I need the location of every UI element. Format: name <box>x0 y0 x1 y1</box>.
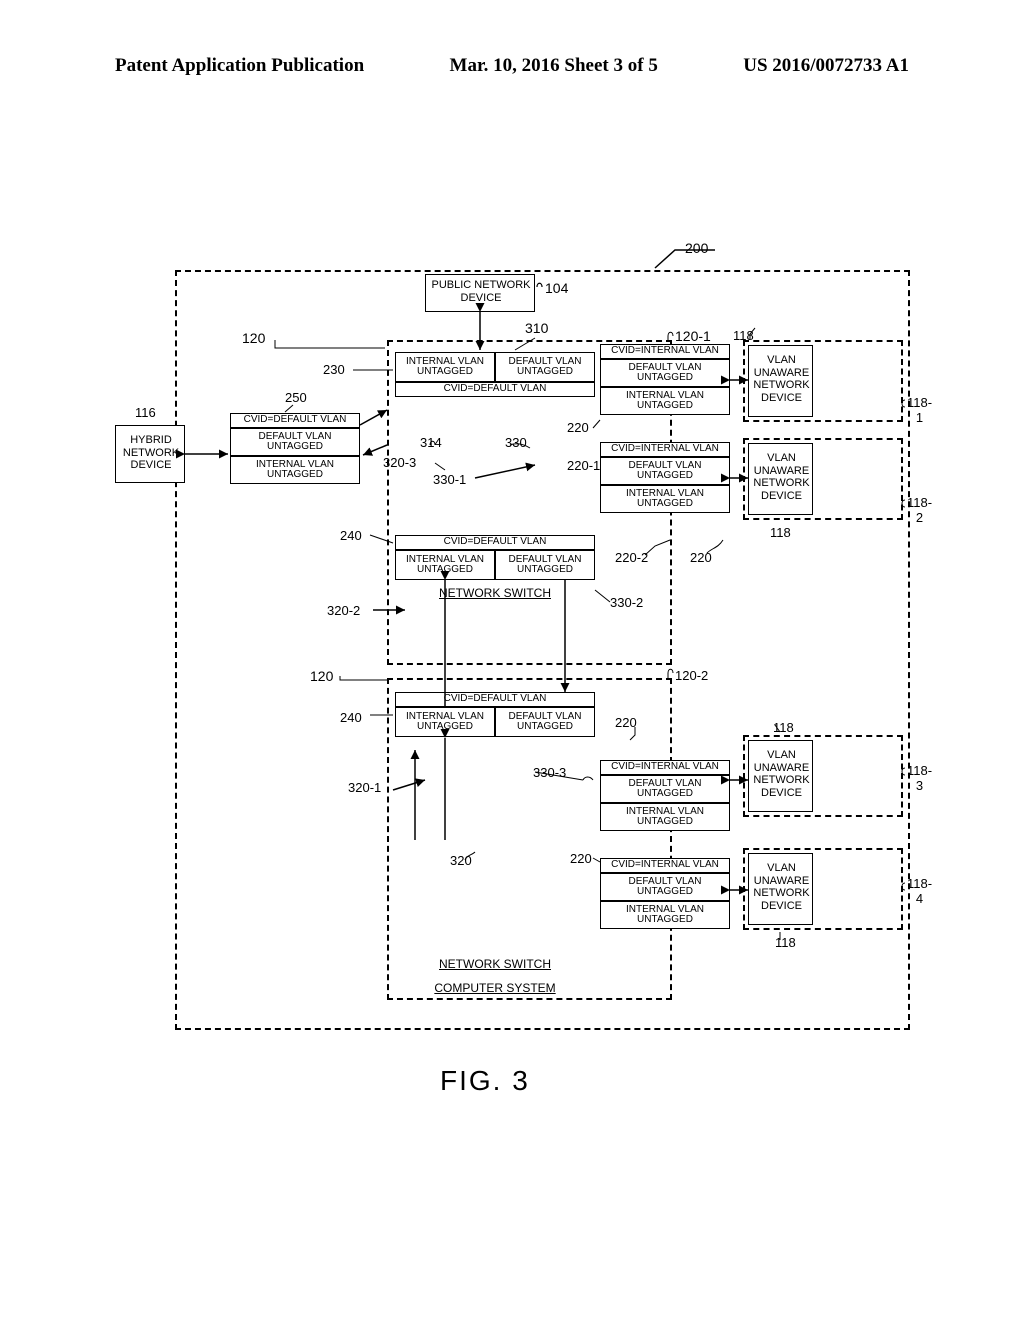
p250-cvid: CVID=DEFAULT VLAN <box>230 413 360 428</box>
lower-switch-label: NETWORK SWITCH <box>395 958 595 972</box>
header-left: Patent Application Publication <box>115 55 364 77</box>
port230-dv: DEFAULT VLANUNTAGGED <box>495 352 595 382</box>
vlan-unaware-2-label: VLANUNAWARENETWORKDEVICE <box>749 452 814 503</box>
label-220-1: 220-1 <box>567 458 600 473</box>
label-250: 250 <box>285 390 307 405</box>
p220a-cvid: CVID=INTERNAL VLAN <box>600 344 730 359</box>
label-116: 116 <box>135 405 156 420</box>
public-network-device-label: PUBLIC NETWORKDEVICE <box>426 279 536 304</box>
label-200: 200 <box>685 240 708 256</box>
label-330-3: 330-3 <box>533 765 566 780</box>
label-120-bot: 120 <box>310 668 333 684</box>
label-120-1: 120-1 <box>675 328 711 344</box>
p240b-cvid: CVID=DEFAULT VLAN <box>395 692 595 707</box>
label-118-b: 118 <box>775 935 796 950</box>
upper-switch-label: NETWORK SWITCH <box>395 587 595 601</box>
vlan-unaware-4-label: VLANUNAWARENETWORKDEVICE <box>749 862 814 913</box>
p220c-iv: INTERNAL VLANUNTAGGED <box>600 803 730 831</box>
p220b-dv: DEFAULT VLANUNTAGGED <box>600 457 730 485</box>
vlan-unaware-4: VLANUNAWARENETWORKDEVICE <box>748 853 813 925</box>
p220b-iv: INTERNAL VLANUNTAGGED <box>600 485 730 513</box>
label-240a: 240 <box>340 528 362 543</box>
p220d-iv: INTERNAL VLANUNTAGGED <box>600 901 730 929</box>
p220d-cvid: CVID=INTERNAL VLAN <box>600 858 730 873</box>
hybrid-device-label: HYBRIDNETWORKDEVICE <box>116 434 186 472</box>
figure-caption: FIG. 3 <box>440 1065 530 1097</box>
port230-iv: INTERNAL VLANUNTAGGED <box>395 352 495 382</box>
computer-system-label: COMPUTER SYSTEM <box>395 982 595 996</box>
label-104: 104 <box>545 280 568 296</box>
label-220-r: 220 <box>690 550 712 565</box>
p240a-iv: INTERNAL VLANUNTAGGED <box>395 550 495 580</box>
header-right: US 2016/0072733 A1 <box>743 55 909 77</box>
p240a-dv: DEFAULT VLANUNTAGGED <box>495 550 595 580</box>
label-118-top: 118 <box>733 328 754 343</box>
label-240b: 240 <box>340 710 362 725</box>
label-118-1: 118-1 <box>907 395 932 425</box>
p220c-cvid: CVID=INTERNAL VLAN <box>600 760 730 775</box>
p250-dv: DEFAULT VLANUNTAGGED <box>230 428 360 456</box>
label-118-4: 118-4 <box>907 876 932 906</box>
p220a-iv: INTERNAL VLANUNTAGGED <box>600 387 730 415</box>
label-320-1: 320-1 <box>348 780 381 795</box>
label-120-top: 120 <box>242 330 265 346</box>
page-header: Patent Application Publication Mar. 10, … <box>0 55 1024 77</box>
figure-3: 200 PUBLIC NETWORKDEVICE 104 310 120 120… <box>115 240 915 1060</box>
vlan-unaware-1-label: VLANUNAWARENETWORKDEVICE <box>749 354 814 405</box>
label-118-3: 118-3 <box>907 763 932 793</box>
label-314: 314 <box>420 435 442 450</box>
label-120-2: 120-2 <box>675 668 708 683</box>
header-center: Mar. 10, 2016 Sheet 3 of 5 <box>450 55 658 77</box>
label-220-m: 220 <box>615 715 637 730</box>
vlan-unaware-2: VLANUNAWARENETWORKDEVICE <box>748 443 813 515</box>
vlan-unaware-3-label: VLANUNAWARENETWORKDEVICE <box>749 749 814 800</box>
p220c-dv: DEFAULT VLANUNTAGGED <box>600 775 730 803</box>
label-230: 230 <box>323 362 345 377</box>
label-220-2: 220-2 <box>615 550 648 565</box>
label-320-2: 320-2 <box>327 603 360 618</box>
hybrid-device: HYBRIDNETWORKDEVICE <box>115 425 185 483</box>
p250-iv: INTERNAL VLANUNTAGGED <box>230 456 360 484</box>
label-220-b: 220 <box>570 851 592 866</box>
label-320-3: 320-3 <box>383 455 416 470</box>
label-330-2: 330-2 <box>610 595 643 610</box>
label-220-t: 220 <box>567 420 589 435</box>
p220a-dv: DEFAULT VLANUNTAGGED <box>600 359 730 387</box>
label-118-mid: 118 <box>770 525 791 540</box>
label-118-m: 118 <box>773 720 794 735</box>
label-118-2: 118-2 <box>907 495 932 525</box>
vlan-unaware-3: VLANUNAWARENETWORKDEVICE <box>748 740 813 812</box>
p240b-dv: DEFAULT VLANUNTAGGED <box>495 707 595 737</box>
port230-cvid: CVID=DEFAULT VLAN <box>395 382 595 397</box>
label-320: 320 <box>450 853 472 868</box>
p220d-dv: DEFAULT VLANUNTAGGED <box>600 873 730 901</box>
p240a-cvid: CVID=DEFAULT VLAN <box>395 535 595 550</box>
label-330-1: 330-1 <box>433 472 466 487</box>
p220b-cvid: CVID=INTERNAL VLAN <box>600 442 730 457</box>
vlan-unaware-1: VLANUNAWARENETWORKDEVICE <box>748 345 813 417</box>
public-network-device: PUBLIC NETWORKDEVICE <box>425 274 535 312</box>
p240b-iv: INTERNAL VLANUNTAGGED <box>395 707 495 737</box>
label-330: 330 <box>505 435 527 450</box>
label-310: 310 <box>525 320 548 336</box>
